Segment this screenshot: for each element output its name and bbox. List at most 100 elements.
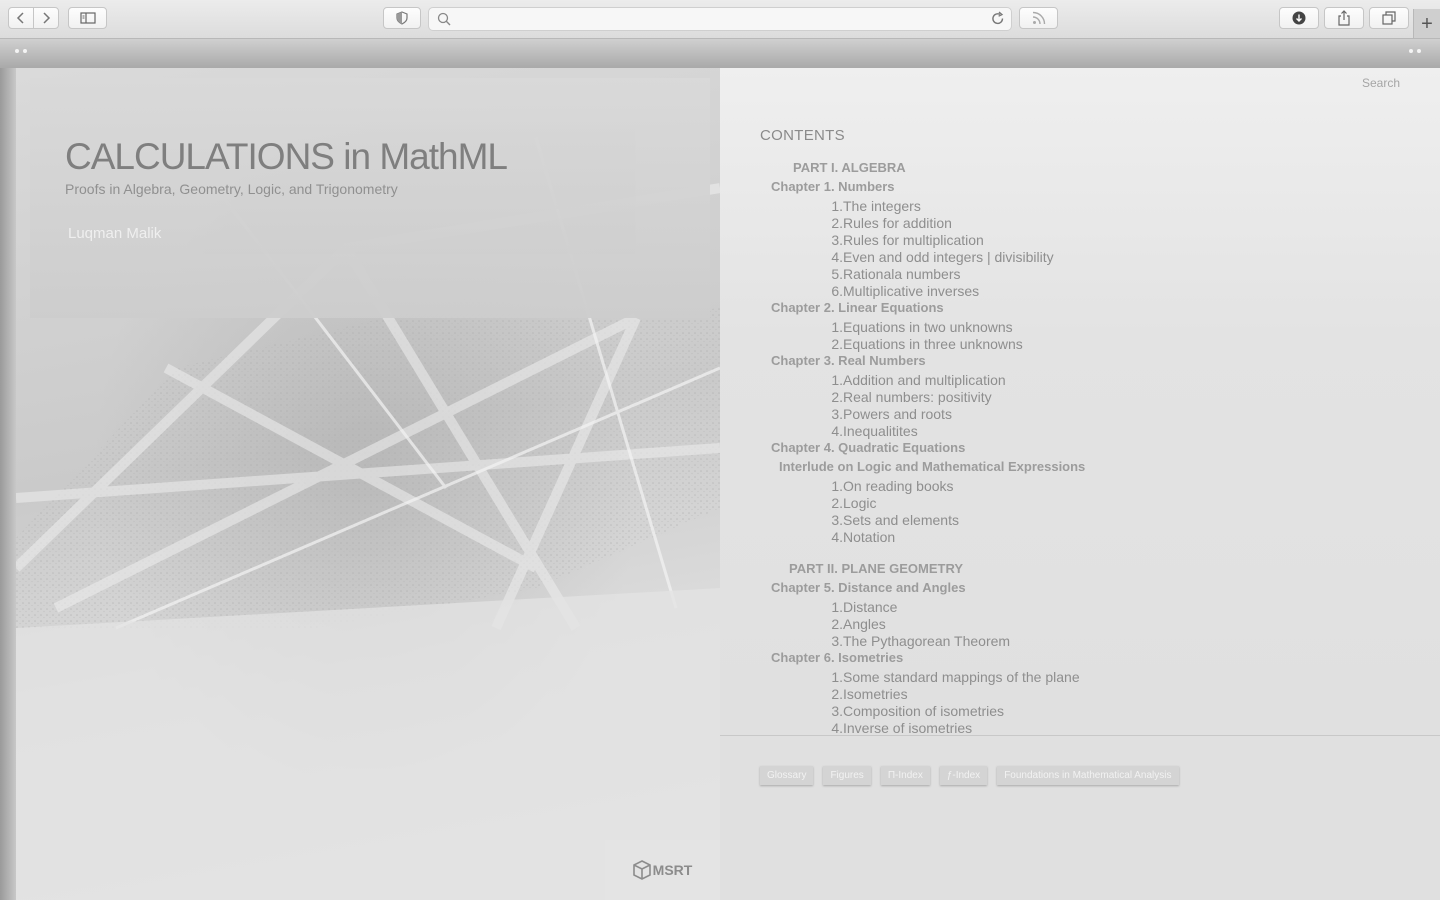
section-number: 2. bbox=[831, 686, 843, 702]
contents-scroll-area[interactable]: Search CONTENTS PART I. ALGEBRA Chapter 1… bbox=[720, 68, 1440, 736]
section-number: 2. bbox=[831, 389, 843, 405]
section-number: 4. bbox=[831, 249, 843, 265]
toc-section-link[interactable]: 5.Rationala numbers bbox=[823, 266, 961, 282]
toc-section-link[interactable]: 1.Distance bbox=[823, 599, 897, 615]
browser-toolbar: + bbox=[0, 0, 1440, 39]
index-link-button[interactable]: Foundations in Mathematical Analysis bbox=[997, 766, 1179, 785]
section-title: Even and odd integers | divisibility bbox=[843, 249, 1054, 265]
share-button[interactable] bbox=[1324, 7, 1364, 29]
section-number: 2. bbox=[831, 495, 843, 511]
downloads-button[interactable] bbox=[1279, 7, 1319, 29]
section-title: The integers bbox=[843, 198, 921, 214]
section-title: Rules for addition bbox=[843, 215, 952, 231]
book-subtitle: Proofs in Algebra, Geometry, Logic, and … bbox=[65, 181, 398, 197]
section-title: Equations in two unknowns bbox=[843, 319, 1013, 335]
section-title: Distance bbox=[843, 599, 898, 615]
section-number: 4. bbox=[831, 423, 843, 439]
toc-section-link[interactable]: 4.Inverse of isometries bbox=[823, 720, 973, 736]
toc-section-link[interactable]: 4.Even and odd integers | divisibility bbox=[823, 249, 1054, 265]
sidebar-icon bbox=[79, 12, 96, 24]
download-icon bbox=[1292, 11, 1306, 25]
toc-part-heading[interactable]: PART I. ALGEBRA bbox=[793, 160, 906, 175]
section-title: On reading books bbox=[843, 478, 954, 494]
toc-section-link[interactable]: 2.Rules for addition bbox=[823, 215, 952, 231]
section-title: Logic bbox=[843, 495, 877, 511]
section-title: Real numbers: positivity bbox=[843, 389, 992, 405]
section-number: 5. bbox=[831, 266, 843, 282]
section-number: 1. bbox=[831, 478, 843, 494]
forward-button[interactable] bbox=[33, 7, 59, 29]
tab-bar bbox=[0, 39, 1440, 68]
section-number: 1. bbox=[831, 198, 843, 214]
toc-part-heading[interactable]: PART II. PLANE GEOMETRY bbox=[789, 561, 963, 576]
section-title: Composition of isometries bbox=[843, 703, 1005, 719]
publisher-name: MSRT bbox=[652, 862, 693, 878]
index-links: Glossary Figures Π-Index ƒ-Index Foundations… bbox=[760, 766, 1179, 785]
search-icon bbox=[437, 12, 451, 26]
back-button[interactable] bbox=[8, 7, 34, 29]
reload-icon[interactable] bbox=[991, 11, 1005, 27]
left-grip-icon bbox=[15, 49, 27, 53]
toc-section-link[interactable]: 1.Equations in two unknowns bbox=[823, 319, 1013, 335]
section-title: Inverse of isometries bbox=[843, 720, 973, 736]
tabs-overview-button[interactable] bbox=[1369, 7, 1409, 29]
toc-chapter-link[interactable]: Chapter 5. Distance and Angles bbox=[771, 580, 966, 595]
sidebar-button[interactable] bbox=[68, 7, 107, 29]
search-link[interactable]: Search bbox=[1362, 76, 1400, 90]
toc-section-link[interactable]: 2.Equations in three unknowns bbox=[823, 336, 1023, 352]
toc-section-link[interactable]: 3.The Pythagorean Theorem bbox=[823, 633, 1010, 649]
book-cover: CALCULATIONS in MathML Proofs in Algebra… bbox=[16, 68, 720, 900]
rss-icon bbox=[1032, 11, 1045, 25]
toc-section-link[interactable]: 2.Logic bbox=[823, 495, 876, 511]
cover-title-panel: CALCULATIONS in MathML Proofs in Algebra… bbox=[30, 78, 710, 318]
toc-chapter-link[interactable]: Chapter 1. Numbers bbox=[771, 179, 895, 194]
section-number: 2. bbox=[831, 616, 843, 632]
tabs-icon bbox=[1382, 11, 1396, 25]
book-title: CALCULATIONS in MathML bbox=[65, 136, 508, 177]
toc-section-link[interactable]: 3.Sets and elements bbox=[823, 512, 959, 528]
toc-chapter-link[interactable]: Chapter 3. Real Numbers bbox=[771, 353, 926, 368]
index-link-button[interactable]: Figures bbox=[823, 766, 871, 785]
section-number: 3. bbox=[831, 232, 843, 248]
toc-section-link[interactable]: 1.On reading books bbox=[823, 478, 954, 494]
section-title: Some standard mappings of the plane bbox=[843, 669, 1080, 685]
toc-section-link[interactable]: 3.Rules for multiplication bbox=[823, 232, 984, 248]
toc-section-link[interactable]: 1.Addition and multiplication bbox=[823, 372, 1005, 388]
toc-section-link[interactable]: 4.Inequalitites bbox=[823, 423, 917, 439]
toc-section-link[interactable]: 2.Isometries bbox=[823, 686, 907, 702]
new-tab-button[interactable]: + bbox=[1413, 9, 1440, 38]
toc-chapter-link[interactable]: Chapter 6. Isometries bbox=[771, 650, 903, 665]
section-title: The Pythagorean Theorem bbox=[843, 633, 1011, 649]
right-grip-icon bbox=[1409, 49, 1421, 53]
rss-button[interactable] bbox=[1019, 7, 1058, 29]
toc-section-link[interactable]: 3.Powers and roots bbox=[823, 406, 952, 422]
toc-section-link[interactable]: 6.Multiplicative inverses bbox=[823, 283, 979, 299]
toc-section-link[interactable]: 3.Composition of isometries bbox=[823, 703, 1004, 719]
toc-section-link[interactable]: 1.The integers bbox=[823, 198, 921, 214]
section-number: 1. bbox=[831, 319, 843, 335]
section-number: 3. bbox=[831, 633, 843, 649]
section-title: Multiplicative inverses bbox=[843, 283, 980, 299]
toc-section-link[interactable]: 2.Angles bbox=[823, 616, 886, 632]
cover-spine bbox=[0, 68, 16, 900]
index-link-button[interactable]: Glossary bbox=[760, 766, 814, 785]
section-number: 1. bbox=[831, 599, 843, 615]
toc-section-link[interactable]: 1.Some standard mappings of the plane bbox=[823, 669, 1080, 685]
section-number: 1. bbox=[831, 372, 843, 388]
book-author: Luqman Malik bbox=[68, 225, 162, 242]
index-link-button[interactable]: Π-Index bbox=[880, 766, 930, 785]
index-link-button[interactable]: ƒ-Index bbox=[939, 766, 988, 785]
section-title: Powers and roots bbox=[843, 406, 952, 422]
section-title: Rationala numbers bbox=[843, 266, 961, 282]
privacy-button[interactable] bbox=[383, 7, 421, 29]
toc-chapter-link[interactable]: Chapter 4. Quadratic Equations bbox=[771, 440, 965, 455]
address-bar[interactable] bbox=[428, 7, 1012, 31]
section-number: 6. bbox=[831, 283, 843, 299]
toc-chapter-link[interactable]: Chapter 2. Linear Equations bbox=[771, 300, 944, 315]
section-title: Angles bbox=[843, 616, 886, 632]
section-number: 2. bbox=[831, 215, 843, 231]
toc-section-link[interactable]: 4.Notation bbox=[823, 529, 895, 545]
section-title: Equations in three unknowns bbox=[843, 336, 1023, 352]
toc-section-link[interactable]: 2.Real numbers: positivity bbox=[823, 389, 992, 405]
toc-interlude-link[interactable]: Interlude on Logic and Mathematical Expr… bbox=[779, 459, 1085, 474]
